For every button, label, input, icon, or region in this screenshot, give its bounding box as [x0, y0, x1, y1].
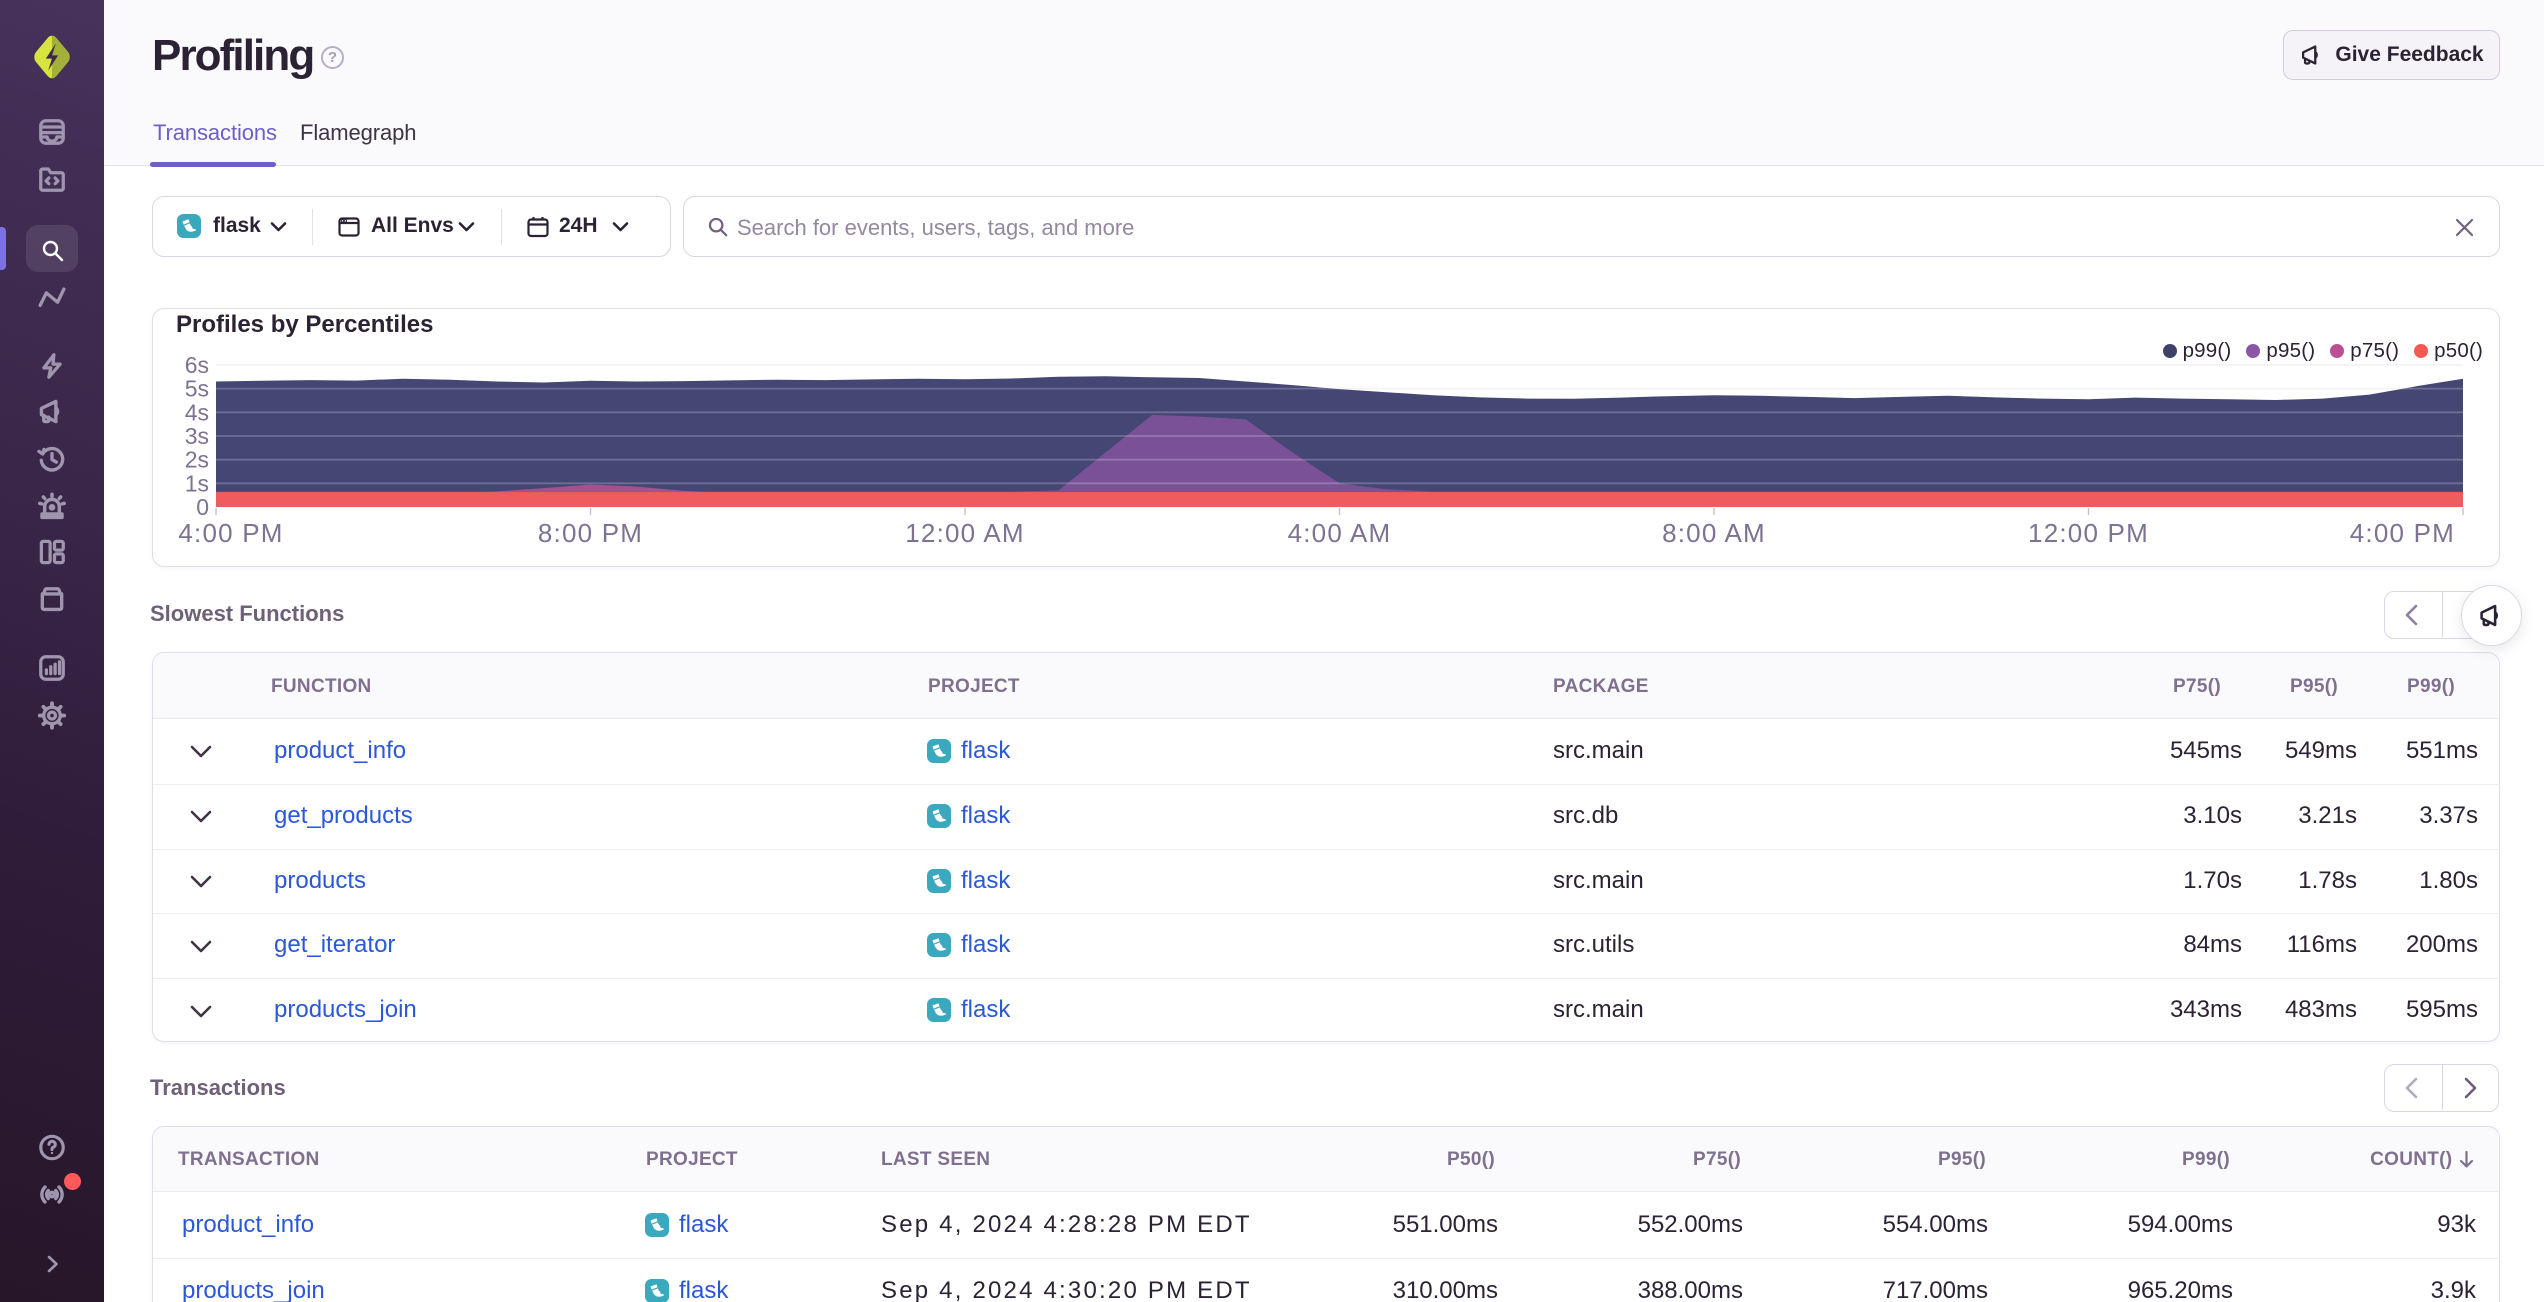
svg-text:2s: 2s: [185, 447, 209, 473]
svg-text:6s: 6s: [185, 352, 209, 378]
svg-text:12:00 AM: 12:00 AM: [905, 518, 1024, 548]
svg-text:4s: 4s: [185, 399, 209, 425]
svg-text:4:00 AM: 4:00 AM: [1288, 518, 1392, 548]
svg-text:4:00 PM: 4:00 PM: [178, 518, 283, 548]
svg-text:4:00 PM: 4:00 PM: [2350, 518, 2455, 548]
svg-text:3s: 3s: [185, 423, 209, 449]
svg-text:0: 0: [196, 494, 209, 520]
svg-text:5s: 5s: [185, 376, 209, 402]
svg-text:12:00 PM: 12:00 PM: [2028, 518, 2149, 548]
svg-text:8:00 AM: 8:00 AM: [1662, 518, 1766, 548]
svg-text:1s: 1s: [185, 470, 209, 496]
svg-text:8:00 PM: 8:00 PM: [538, 518, 643, 548]
